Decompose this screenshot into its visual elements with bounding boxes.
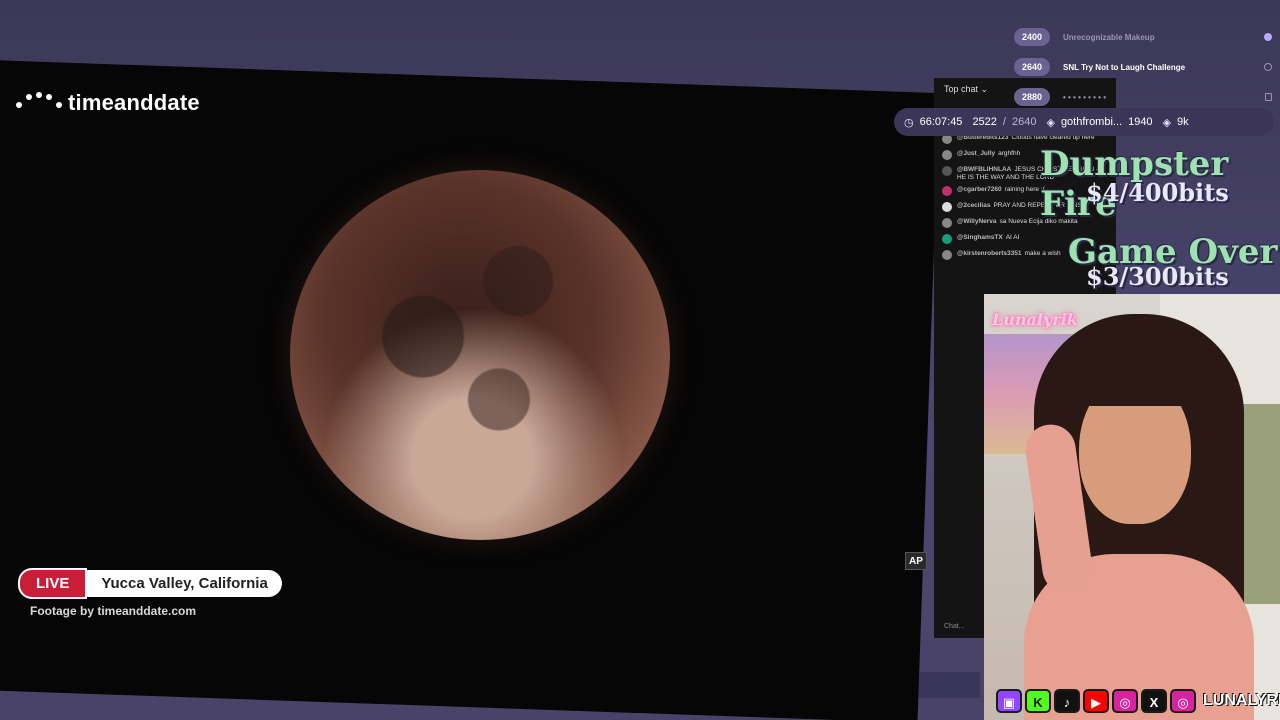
total-value: 9k bbox=[1177, 116, 1189, 128]
clock-icon: ◷ bbox=[904, 116, 914, 129]
goal-item: 2400 Unrecognizable Makeup bbox=[1014, 22, 1272, 52]
goal-label: Unrecognizable Makeup bbox=[1063, 32, 1155, 42]
chat-filter[interactable]: Top chat bbox=[944, 84, 978, 94]
instagram-icon[interactable]: ◎ bbox=[1170, 689, 1196, 713]
goal-amount: 2400 bbox=[1014, 28, 1050, 46]
webcam-feed: Lunalyrik bbox=[984, 294, 1280, 720]
avatar[interactable] bbox=[942, 234, 952, 244]
chat-username[interactable]: @kirstenroberts3351 bbox=[957, 250, 1022, 257]
timer: ◷ 66:07:45 bbox=[904, 116, 962, 129]
social-bar: ▣ K ♪ ▶ ◎ X ◎ LUNALYRIK bbox=[996, 689, 1280, 713]
goal-list: 2400 Unrecognizable Makeup 2640 SNL Try … bbox=[1014, 22, 1272, 112]
chat-text: AI AI bbox=[1005, 234, 1020, 241]
instagram-icon[interactable]: ◎ bbox=[1112, 689, 1138, 713]
chat-text: make a wish bbox=[1024, 250, 1061, 257]
avatar[interactable] bbox=[942, 166, 952, 176]
gem-icon: ◈ bbox=[1046, 116, 1055, 129]
goal-label: SNL Try Not to Laugh Challenge bbox=[1063, 62, 1186, 72]
avatar[interactable] bbox=[942, 250, 952, 260]
progress-separator: / bbox=[1002, 116, 1006, 128]
avatar[interactable] bbox=[942, 150, 952, 160]
goal-item: 2640 SNL Try Not to Laugh Challenge bbox=[1014, 52, 1272, 82]
chat-text: raining here :( bbox=[1004, 186, 1045, 193]
avatar[interactable] bbox=[942, 202, 952, 212]
live-label: LIVE bbox=[18, 568, 88, 599]
location-label: Yucca Valley, California bbox=[87, 570, 282, 597]
ap-logo: AP bbox=[905, 552, 927, 570]
goal-amount: 2640 bbox=[1014, 58, 1050, 76]
top-supporter: ◈ gothfrombi... 1940 bbox=[1046, 116, 1152, 129]
goal-label: • • • • • • • • • bbox=[1063, 92, 1106, 102]
complete-dot-icon bbox=[1264, 33, 1272, 41]
moon-image bbox=[290, 170, 670, 540]
chat-input[interactable]: Chat... bbox=[944, 623, 965, 630]
top-user-amount: 1940 bbox=[1128, 116, 1153, 128]
avatar[interactable] bbox=[942, 186, 952, 196]
youtube-icon[interactable]: ▶ bbox=[1083, 689, 1109, 713]
social-handle: LUNALYRIK bbox=[1203, 692, 1280, 709]
video-player[interactable]: timeanddate LIVE Yucca Valley, Californi… bbox=[0, 60, 940, 720]
pending-dot-icon bbox=[1264, 63, 1272, 71]
live-badge: LIVE Yucca Valley, California bbox=[18, 568, 282, 599]
chat-text: arghfhh bbox=[998, 150, 1021, 157]
overlay-sub-2: $3/300bits bbox=[1086, 262, 1229, 291]
brand-name: timeanddate bbox=[68, 90, 200, 115]
overlay-sub-1: $4/400bits bbox=[1086, 178, 1229, 207]
chat-username[interactable]: @cgarber7260 bbox=[957, 186, 1002, 193]
neon-sign: Lunalyrik bbox=[992, 310, 1078, 329]
x-icon[interactable]: X bbox=[1141, 689, 1167, 713]
chat-username[interactable]: @BWFBLIHNLAA bbox=[957, 166, 1011, 173]
goal-amount: 2880 bbox=[1014, 88, 1050, 106]
timer-value: 66:07:45 bbox=[919, 116, 963, 128]
goal-progress: 2522 / 2640 bbox=[972, 116, 1036, 128]
chat-username[interactable]: @2cecilias bbox=[957, 202, 990, 209]
chat-username[interactable]: @WillyNerva bbox=[957, 218, 997, 225]
avatar[interactable] bbox=[942, 218, 952, 228]
kick-icon[interactable]: K bbox=[1025, 689, 1051, 713]
twitch-icon[interactable]: ▣ bbox=[996, 689, 1022, 713]
gem-icon: ◈ bbox=[1162, 116, 1172, 129]
chat-username[interactable]: @Just_Jully bbox=[957, 150, 995, 157]
sunburst-icon bbox=[15, 92, 63, 114]
total: ◈ 9k bbox=[1163, 116, 1189, 129]
brand-logo: timeanddate bbox=[15, 90, 200, 116]
chat-username[interactable]: @SinghamsTX bbox=[957, 234, 1003, 241]
top-user: gothfrombi... bbox=[1060, 116, 1123, 128]
lock-icon bbox=[1265, 93, 1272, 101]
progress-current: 2522 bbox=[972, 116, 997, 128]
chevron-down-icon: ⌄ bbox=[980, 84, 989, 94]
stats-bar: ◷ 66:07:45 2522 / 2640 ◈ gothfrombi... 1… bbox=[894, 108, 1274, 136]
footage-credit: Footage by timeanddate.com bbox=[29, 604, 197, 618]
progress-goal: 2640 bbox=[1011, 116, 1037, 128]
tiktok-icon[interactable]: ♪ bbox=[1054, 689, 1080, 713]
